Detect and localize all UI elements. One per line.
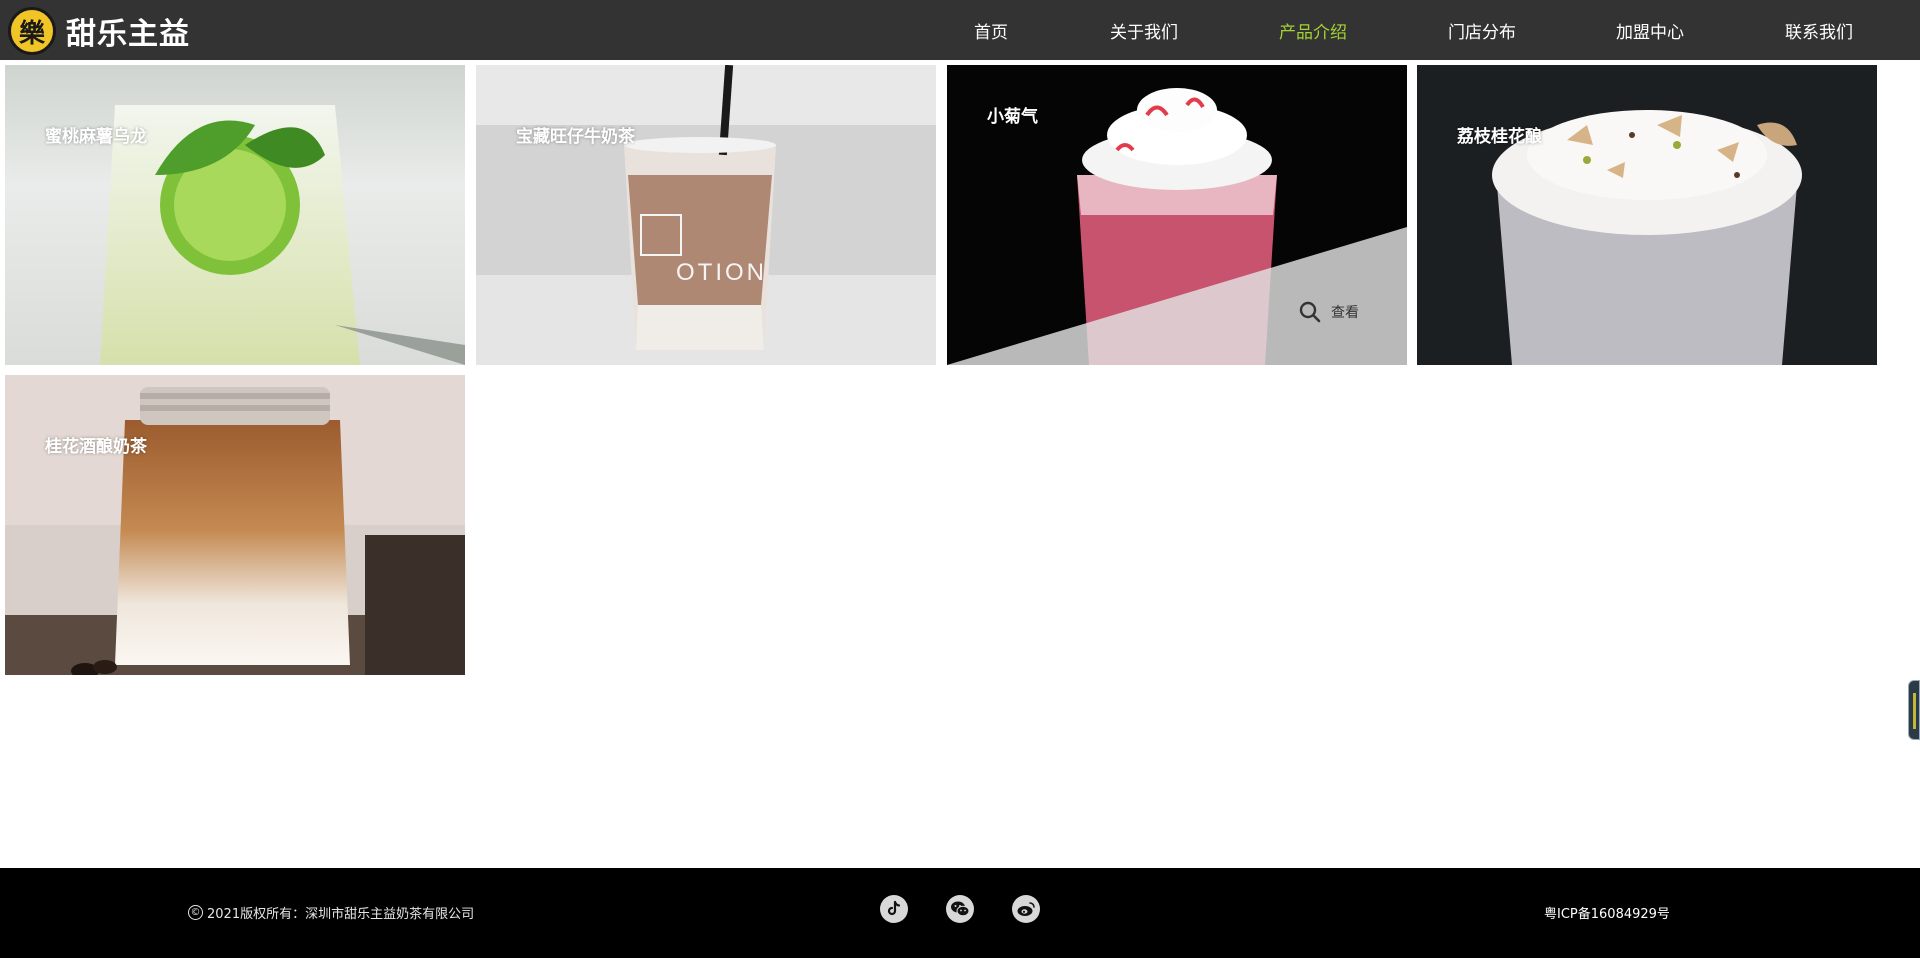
nav-item-home[interactable]: 首页 xyxy=(974,18,1008,43)
widget-stripe xyxy=(1913,693,1916,729)
product-name: 荔枝桂花酿 xyxy=(1457,127,1542,147)
copyright-icon: © xyxy=(188,905,203,920)
main-nav: 首页 关于我们 产品介绍 门店分布 加盟中心 联系我们 xyxy=(0,0,1920,60)
view-label: 查看 xyxy=(1331,305,1359,321)
svg-text:OTION: OTION xyxy=(676,259,767,286)
nav-item-stores[interactable]: 门店分布 xyxy=(1448,18,1516,43)
footer: © 2021版权所有：深圳市甜乐主益奶茶有限公司 粤ICP备16084929号 xyxy=(0,868,1920,958)
nav-item-about[interactable]: 关于我们 xyxy=(1110,18,1178,43)
product-name: 蜜桃麻薯乌龙 xyxy=(45,127,147,147)
product-name: 宝藏旺仔牛奶茶 xyxy=(516,127,635,147)
side-float-widget[interactable] xyxy=(1908,680,1920,740)
douyin-button[interactable] xyxy=(880,895,908,923)
copyright-text: 2021版权所有：深圳市甜乐主益奶茶有限公司 xyxy=(207,907,475,922)
wechat-button[interactable] xyxy=(946,895,974,923)
icp-link[interactable]: 粤ICP备16084929号 xyxy=(1544,903,1670,922)
iced-latte-image xyxy=(5,375,465,675)
product-tile[interactable]: OTION 宝藏旺仔牛奶茶 xyxy=(476,65,936,365)
lime-mojito-image xyxy=(5,65,465,365)
product-tile-hovered[interactable]: 小菊气 查看 xyxy=(947,65,1407,365)
wechat-icon xyxy=(951,901,970,917)
header: 樂 甜乐主益 首页 关于我们 产品介绍 门店分布 加盟中心 联系我们 xyxy=(0,0,1920,60)
product-name: 小菊气 xyxy=(987,107,1038,127)
nav-item-franchise[interactable]: 加盟中心 xyxy=(1616,18,1684,43)
product-name: 桂花酒酿奶茶 xyxy=(45,437,147,457)
weibo-button[interactable] xyxy=(1012,895,1040,923)
product-tile[interactable]: 桂花酒酿奶茶 xyxy=(5,375,465,675)
nav-item-products[interactable]: 产品介绍 xyxy=(1279,18,1347,43)
pistachio-cream-image xyxy=(1417,65,1877,365)
product-tile[interactable]: 蜜桃麻薯乌龙 xyxy=(5,65,465,365)
view-button[interactable]: 查看 xyxy=(1299,301,1359,323)
weibo-icon xyxy=(1017,902,1035,916)
nav-item-contact[interactable]: 联系我们 xyxy=(1785,18,1853,43)
milk-tea-image: OTION xyxy=(476,65,936,365)
product-tile[interactable]: 荔枝桂花酿 xyxy=(1417,65,1877,365)
douyin-icon xyxy=(887,900,901,916)
search-icon xyxy=(1299,301,1321,323)
copyright: © 2021版权所有：深圳市甜乐主益奶茶有限公司 xyxy=(188,903,474,922)
